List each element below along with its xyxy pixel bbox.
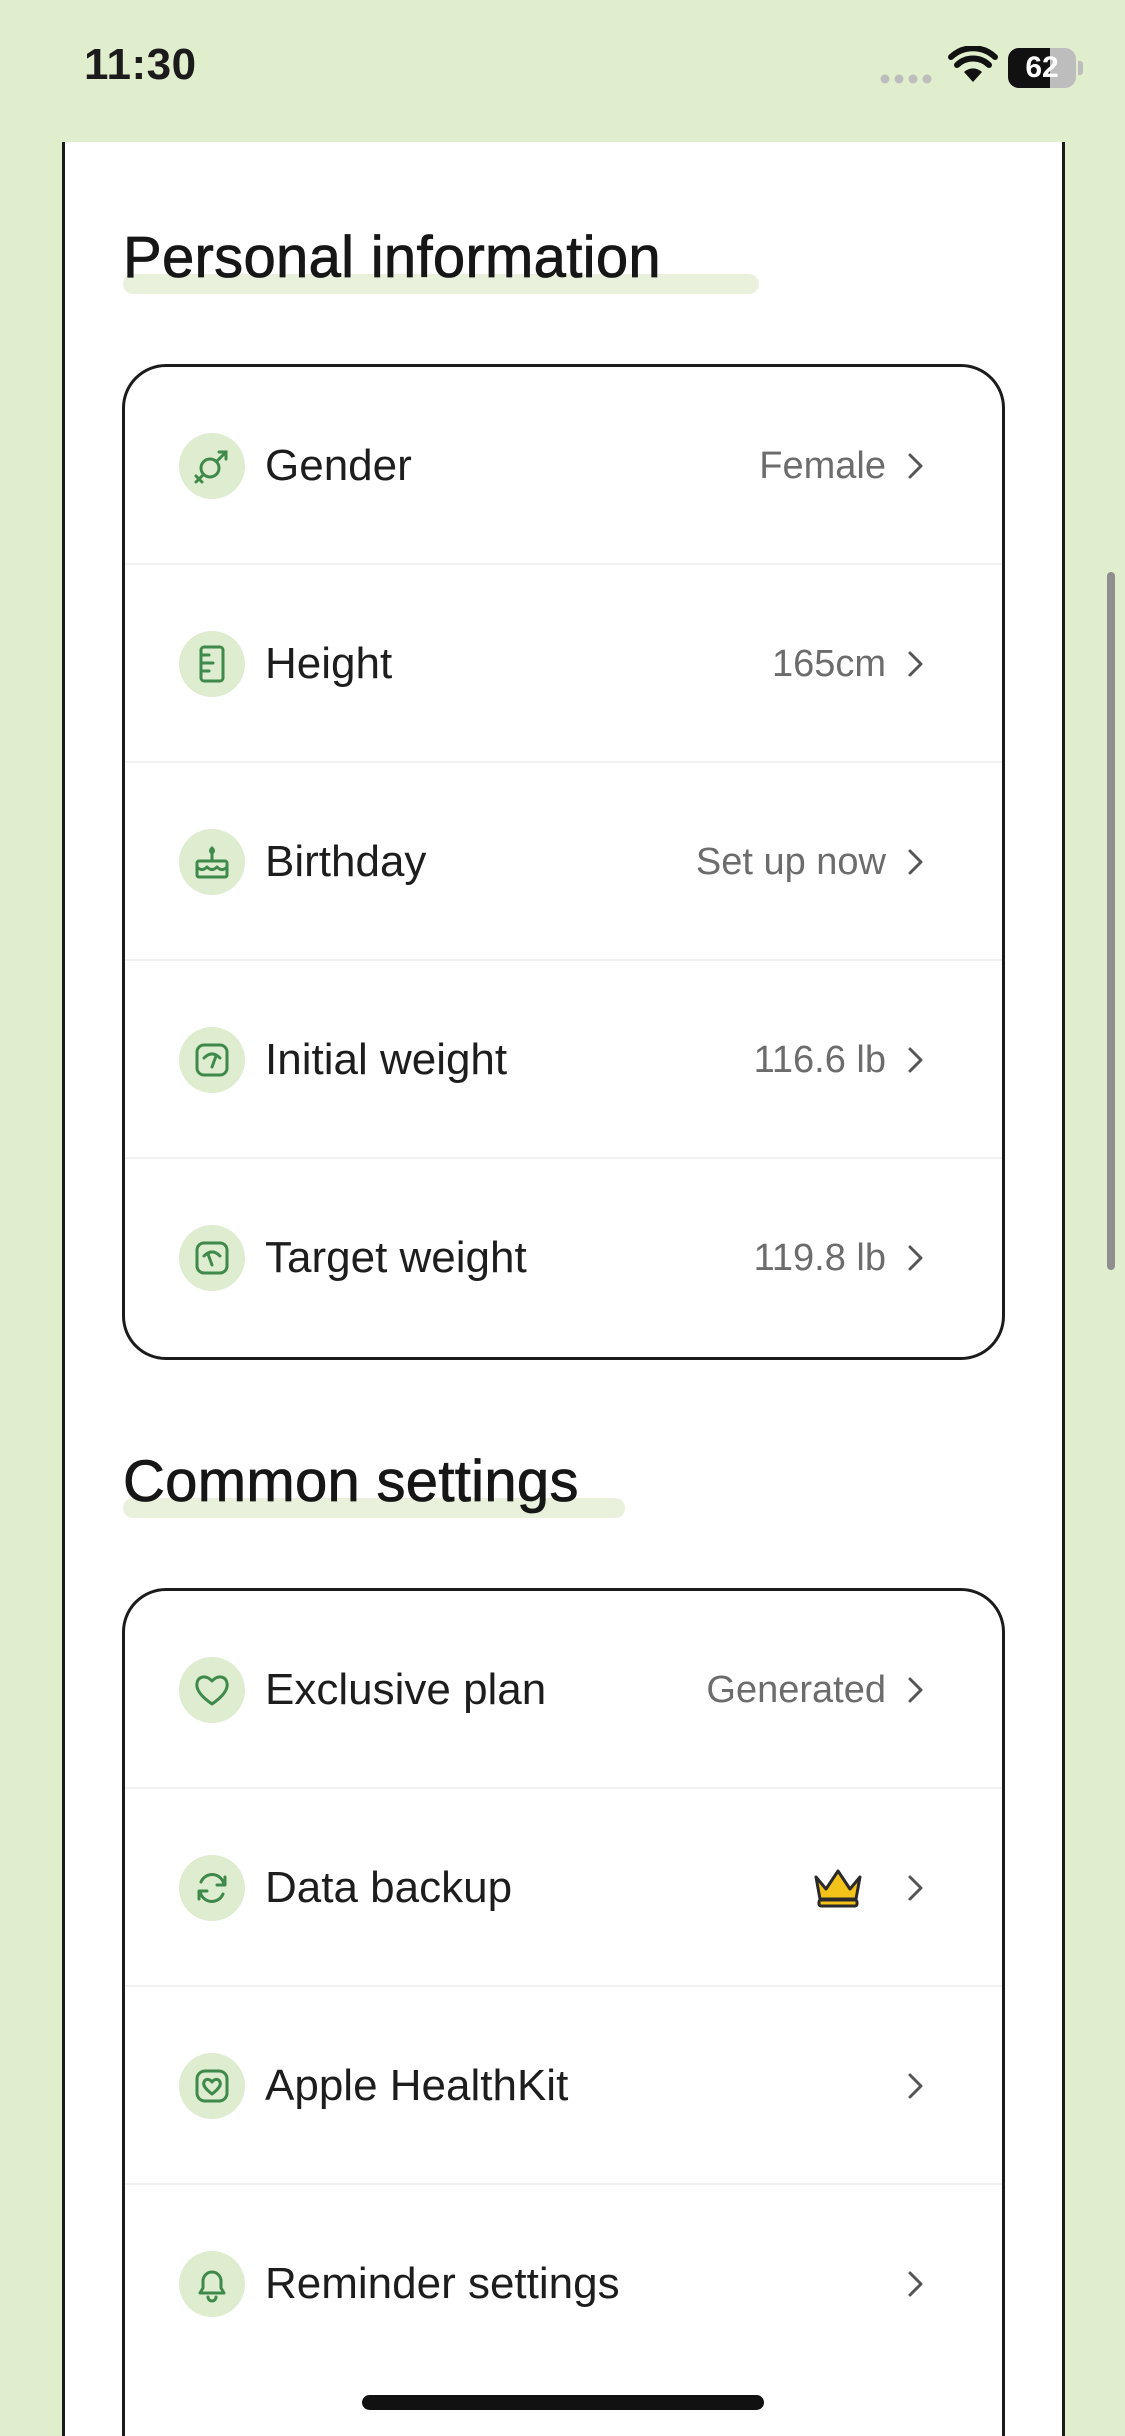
health-icon — [179, 2053, 245, 2119]
birthday-value: Set up now — [695, 841, 886, 883]
battery-icon: 62 — [1008, 48, 1083, 88]
settings-sheet: Personal information Gender Female Heigh… — [62, 142, 1065, 2436]
exclusive-plan-row[interactable]: Exclusive plan Generated — [125, 1591, 1002, 1789]
gender-row[interactable]: Gender Female — [125, 367, 1002, 565]
chevron-right-icon — [908, 1677, 923, 1703]
wifi-icon — [948, 46, 998, 82]
heart-icon — [179, 1657, 245, 1723]
height-value: 165cm — [771, 643, 886, 685]
exclusive-plan-label: Exclusive plan — [265, 1665, 547, 1714]
chevron-right-icon — [908, 849, 923, 875]
initial-weight-row[interactable]: Initial weight 116.6 lb — [125, 961, 1002, 1159]
status-bar: 11:30 62 — [0, 0, 1125, 140]
height-label: Height — [265, 639, 393, 688]
data-backup-row[interactable]: Data backup — [125, 1789, 1002, 1987]
height-row[interactable]: Height 165cm — [125, 565, 1002, 763]
chevron-right-icon — [908, 1245, 923, 1271]
initial-weight-label: Initial weight — [265, 1035, 508, 1084]
exclusive-plan-value: Generated — [706, 1669, 886, 1711]
sync-icon — [179, 1855, 245, 1921]
cake-icon — [179, 829, 245, 895]
status-time: 11:30 — [84, 40, 197, 89]
chevron-right-icon — [908, 2073, 923, 2099]
apple-healthkit-label: Apple HealthKit — [265, 2061, 569, 2110]
reminder-settings-label: Reminder settings — [265, 2259, 620, 2308]
cellular-signal-icon — [880, 74, 932, 84]
apple-healthkit-row[interactable]: Apple HealthKit — [125, 1987, 1002, 2185]
scale-target-icon — [179, 1225, 245, 1291]
ruler-icon — [179, 631, 245, 697]
scrollbar[interactable] — [1107, 572, 1115, 1270]
chevron-right-icon — [908, 1047, 923, 1073]
initial-weight-value: 116.6 lb — [753, 1039, 886, 1081]
home-indicator[interactable] — [362, 2395, 764, 2410]
common-settings-title: Common settings — [123, 1449, 579, 1515]
gender-label: Gender — [265, 441, 412, 490]
personal-info-title: Personal information — [123, 225, 661, 291]
gender-value: Female — [759, 445, 886, 487]
reminder-settings-row[interactable]: Reminder settings — [125, 2185, 1002, 2383]
birthday-row[interactable]: Birthday Set up now — [125, 763, 1002, 961]
chevron-right-icon — [908, 1875, 923, 1901]
target-weight-row[interactable]: Target weight 119.8 lb — [125, 1159, 1002, 1357]
common-settings-card: Exclusive plan Generated Data backup App… — [122, 1588, 1005, 2436]
data-backup-label: Data backup — [265, 1863, 513, 1912]
crown-icon — [814, 1869, 862, 1908]
personal-info-card: Gender Female Height 165cm Birthday Set … — [122, 364, 1005, 1360]
chevron-right-icon — [908, 2271, 923, 2297]
bell-icon — [179, 2251, 245, 2317]
target-weight-label: Target weight — [265, 1233, 527, 1282]
gender-icon — [179, 433, 245, 499]
chevron-right-icon — [908, 651, 923, 677]
target-weight-value: 119.8 lb — [753, 1237, 886, 1279]
battery-level: 62 — [1025, 51, 1059, 84]
birthday-label: Birthday — [265, 837, 427, 886]
scale-icon — [179, 1027, 245, 1093]
chevron-right-icon — [908, 453, 923, 479]
